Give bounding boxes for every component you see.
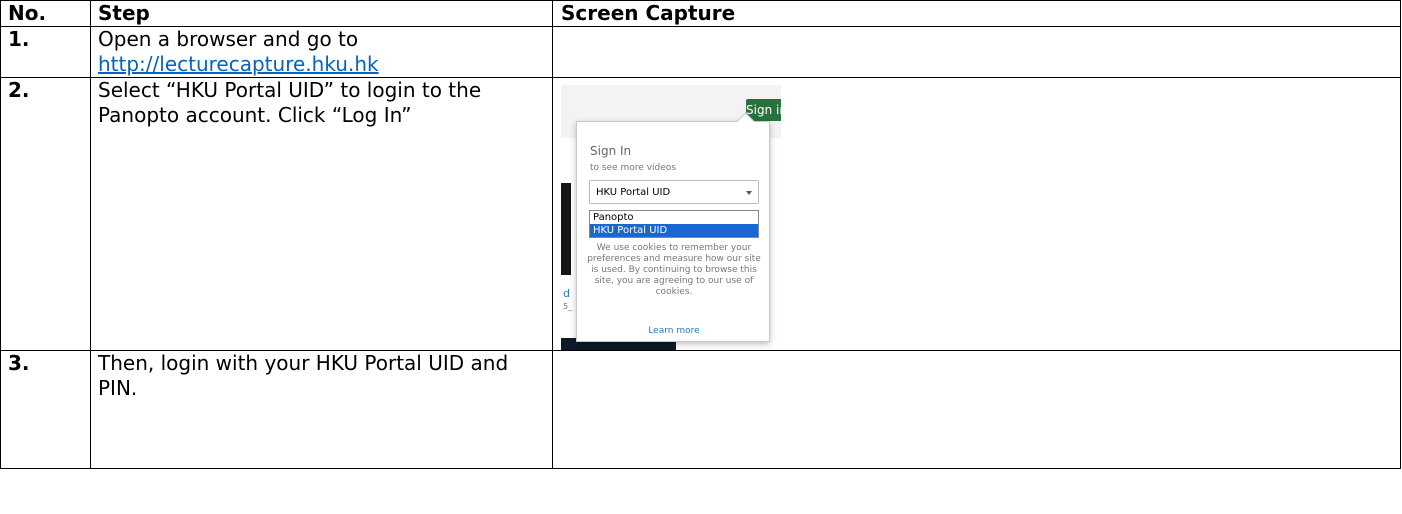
video-thumbnail-edge <box>561 183 571 275</box>
chevron-down-icon <box>746 191 752 195</box>
table-row: 2. Select “HKU Portal UID” to login to t… <box>0 77 1401 351</box>
screen-capture-cell: d 5_ Sign in Sign In to see more videos … <box>552 77 1401 351</box>
column-header-capture: Screen Capture <box>552 0 1401 27</box>
popup-subtitle: to see more videos <box>590 163 676 173</box>
step-text: Open a browser and go to http://lecturec… <box>90 26 553 78</box>
option-panopto[interactable]: Panopto <box>590 211 758 224</box>
sign-in-screenshot: d 5_ Sign in Sign In to see more videos … <box>561 85 781 350</box>
sign-in-popup: Sign In to see more videos HKU Portal UI… <box>576 112 770 344</box>
provider-options-list: Panopto HKU Portal UID <box>589 210 759 238</box>
screen-capture-cell <box>552 350 1401 469</box>
thumbnail-caption-fragment: 5_ <box>563 302 573 311</box>
step-text-body: Open a browser and go to <box>98 27 359 51</box>
step-text: Select “HKU Portal UID” to login to the … <box>90 77 553 351</box>
step-number: 1. <box>0 26 91 78</box>
learn-more-link[interactable]: Learn more <box>585 319 763 344</box>
step-number: 2. <box>0 77 91 351</box>
step-text: Then, login with your HKU Portal UID and… <box>90 350 553 469</box>
option-hku-portal-uid[interactable]: HKU Portal UID <box>590 224 758 237</box>
cookie-notice: We use cookies to remember your preferen… <box>587 243 761 297</box>
column-header-step: Step <box>90 0 553 27</box>
select-value: HKU Portal UID <box>596 187 671 198</box>
screen-capture-cell <box>552 26 1401 78</box>
lecturecapture-link[interactable]: http://lecturecapture.hku.hk <box>98 52 379 76</box>
step-number: 3. <box>0 350 91 469</box>
login-provider-select[interactable]: HKU Portal UID <box>589 180 759 204</box>
table-row: 1. Open a browser and go to http://lectu… <box>0 26 1401 78</box>
column-header-no: No. <box>0 0 91 27</box>
table-row: 3. Then, login with your HKU Portal UID … <box>0 350 1401 469</box>
header-row: No. Step Screen Capture <box>0 0 1401 27</box>
instruction-table: No. Step Screen Capture 1. Open a browse… <box>0 0 1401 469</box>
